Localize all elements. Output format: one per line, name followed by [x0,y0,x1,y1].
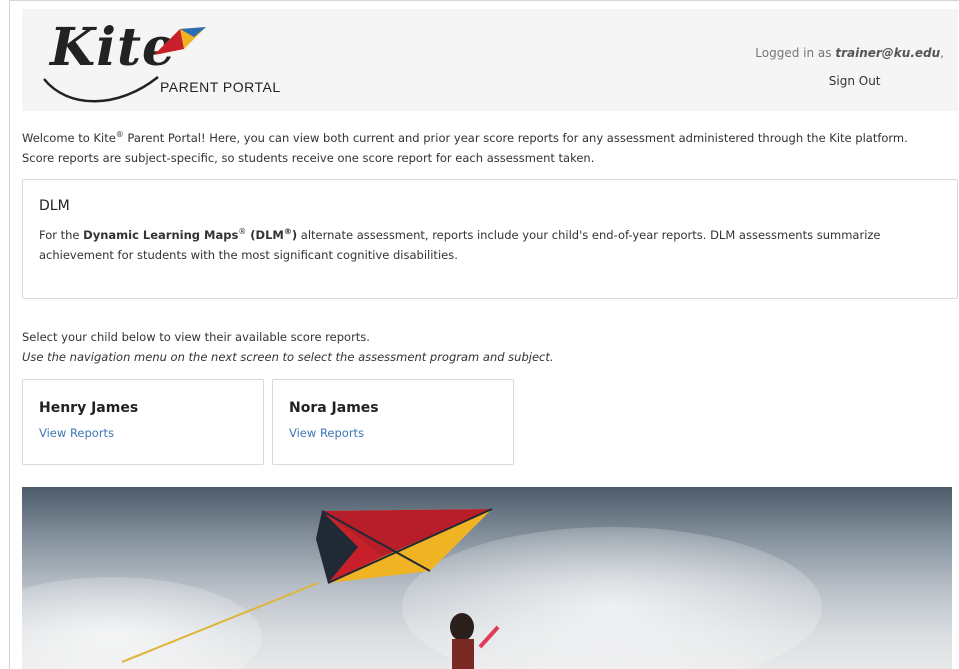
kite-logo: Kite PARENT PORTAL [38,17,298,109]
dlm-text-suffix: alternate assessment, reports include yo… [297,227,881,242]
intro-line-2: Score reports are subject-specific, so s… [22,150,595,165]
user-info: Logged in as trainer@ku.edu, Sign Out [755,39,944,95]
dlm-description: For the Dynamic Learning Maps® (DLM®) al… [39,222,941,265]
kite-photo-icon [121,508,500,669]
logo-subtitle: PARENT PORTAL [160,79,281,95]
dlm-bold-name: Dynamic Learning Maps [83,227,239,242]
view-reports-link[interactable]: View Reports [289,426,364,440]
child-card-nora-james: Nora James View Reports [272,379,514,465]
select-line-1: Select your child below to view their av… [22,330,370,344]
hero-image [22,487,952,669]
intro-suffix: Parent Portal! Here, you can view both c… [123,130,908,145]
intro-text: Welcome to Kite® Parent Portal! Here, yo… [22,125,952,168]
logo-swoosh-icon [43,76,159,103]
user-suffix: , [940,46,944,60]
logged-in-label: Logged in as [755,46,836,60]
sign-out-link[interactable]: Sign Out [755,67,944,95]
dlm-card: DLM For the Dynamic Learning Maps® (DLM®… [22,179,958,299]
dlm-abbr-open: (DLM [246,227,284,242]
intro-prefix: Welcome to Kite [22,130,116,145]
logged-in-line: Logged in as trainer@ku.edu, [755,39,944,67]
user-email: trainer@ku.edu [835,46,941,60]
child-name: Henry James [39,400,139,416]
header: Kite PARENT PORTAL Logged in as trainer@… [22,9,958,111]
page-frame: Kite PARENT PORTAL Logged in as trainer@… [9,0,959,669]
dlm-reg-2: ® [283,227,292,236]
dlm-text-prefix: For the [39,227,84,242]
child-card-henry-james: Henry James View Reports [22,379,264,465]
select-line-2-text: Use the navigation menu on the next scre… [22,350,554,364]
view-reports-link[interactable]: View Reports [39,426,114,440]
intro-reg: ® [115,130,124,139]
intro-line-1: Welcome to Kite® Parent Portal! Here, yo… [22,125,952,148]
dlm-title: DLM [39,198,70,214]
select-line-2: Use the navigation menu on the next scre… [22,347,554,367]
dlm-text-line2: achievement for students with the most s… [39,247,458,262]
child-name: Nora James [289,400,379,416]
select-child-instructions: Select your child below to view their av… [22,327,554,367]
